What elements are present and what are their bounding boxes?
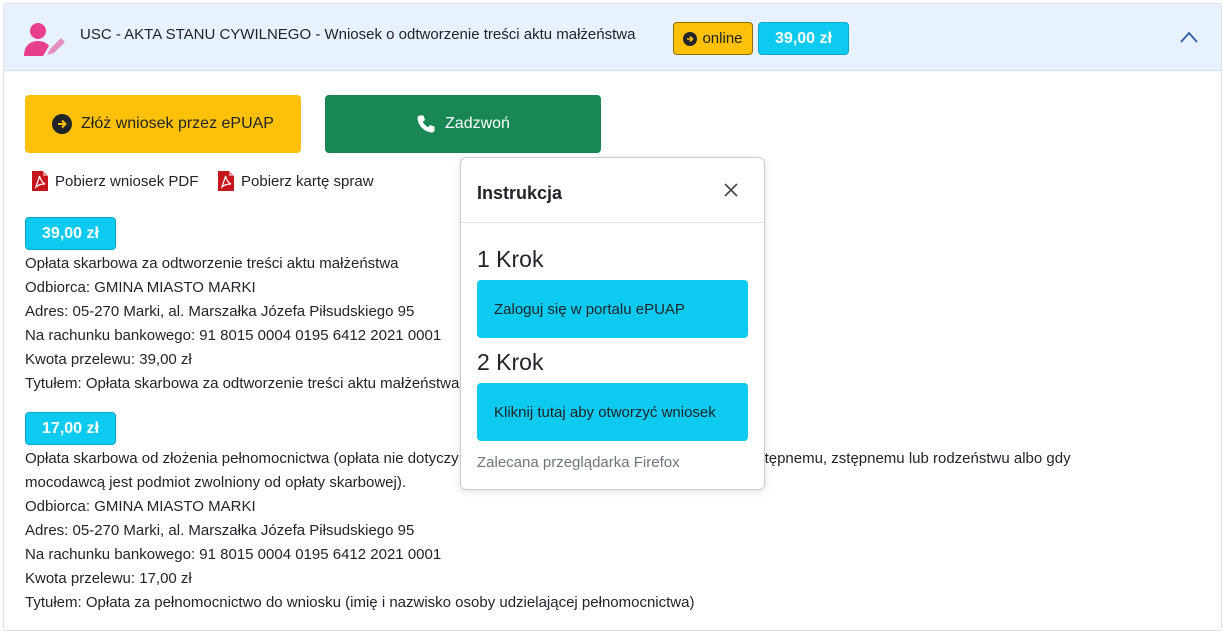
- download-card-link[interactable]: Pobierz kartę spraw: [217, 170, 374, 192]
- step-2-title: 2 Krok: [477, 349, 544, 375]
- fee-line: Tytułem: Opłata za pełnomocnictwo do wni…: [25, 594, 695, 611]
- popover-header: Instrukcja: [461, 158, 764, 223]
- user-edit-icon: [24, 23, 65, 56]
- login-epuap-button[interactable]: Zaloguj się w portalu ePUAP: [477, 280, 748, 338]
- chevron-up-icon[interactable]: [1179, 30, 1199, 44]
- fee-line: Opłata skarbowa za odtworzenie treści ak…: [25, 255, 399, 272]
- instruction-popover: Instrukcja 1 Krok Zaloguj się w portalu …: [460, 157, 765, 490]
- pdf-file-icon: [32, 171, 48, 191]
- login-epuap-label: Zaloguj się w portalu ePUAP: [494, 300, 685, 318]
- accordion-header[interactable]: USC - AKTA STANU CYWILNEGO - Wniosek o o…: [4, 4, 1221, 71]
- popover-title: Instrukcja: [477, 183, 563, 203]
- submit-epuap-label: Złóż wniosek przez ePUAP: [81, 115, 274, 132]
- close-icon[interactable]: [723, 182, 739, 198]
- fee-line: mocodawcą jest podmiot zwolniony od opła…: [25, 474, 407, 491]
- call-button[interactable]: Zadzwoń: [325, 95, 601, 153]
- fee-line: Kwota przelewu: 39,00 zł: [25, 351, 192, 368]
- fee-line: Odbiorca: GMINA MIASTO MARKI: [25, 498, 256, 515]
- arrow-circle-right-icon: [683, 31, 698, 46]
- fee-price-badge: 17,00 zł: [25, 412, 116, 445]
- fee-price-badge: 39,00 zł: [25, 217, 116, 250]
- pdf-file-icon: [218, 171, 234, 191]
- service-card: USC - AKTA STANU CYWILNEGO - Wniosek o o…: [3, 3, 1222, 631]
- open-form-label: Kliknij tutaj aby otworzyć wniosek: [494, 403, 716, 421]
- arrow-circle-right-icon: [52, 114, 73, 134]
- download-pdf-link[interactable]: Pobierz wniosek PDF: [31, 170, 198, 192]
- fee-line: Kwota przelewu: 17,00 zł: [25, 570, 192, 587]
- online-label: online: [702, 30, 743, 47]
- fee-line: Na rachunku bankowego: 91 8015 0004 0195…: [25, 546, 442, 563]
- phone-icon: [417, 115, 435, 133]
- step-1-title: 1 Krok: [477, 246, 544, 272]
- download-pdf-label: Pobierz wniosek PDF: [55, 172, 199, 190]
- fee-line: Adres: 05-270 Marki, al. Marszałka Józef…: [25, 522, 415, 539]
- call-label: Zadzwoń: [445, 115, 510, 132]
- browser-note: Zalecana przeglądarka Firefox: [477, 454, 680, 471]
- submit-epuap-button[interactable]: Złóż wniosek przez ePUAP: [25, 95, 301, 153]
- fee-line: Adres: 05-270 Marki, al. Marszałka Józef…: [25, 303, 415, 320]
- fee-line: Na rachunku bankowego: 91 8015 0004 0195…: [25, 327, 442, 344]
- fee-line: Odbiorca: GMINA MIASTO MARKI: [25, 279, 256, 296]
- header-price-badge: 39,00 zł: [758, 22, 849, 55]
- fee-line: Tytułem: Opłata skarbowa za odtworzenie …: [25, 375, 460, 392]
- online-badge: online: [673, 22, 753, 55]
- download-card-label: Pobierz kartę spraw: [241, 172, 374, 190]
- page-title: USC - AKTA STANU CYWILNEGO - Wniosek o o…: [80, 26, 636, 43]
- open-form-button[interactable]: Kliknij tutaj aby otworzyć wniosek: [477, 383, 748, 441]
